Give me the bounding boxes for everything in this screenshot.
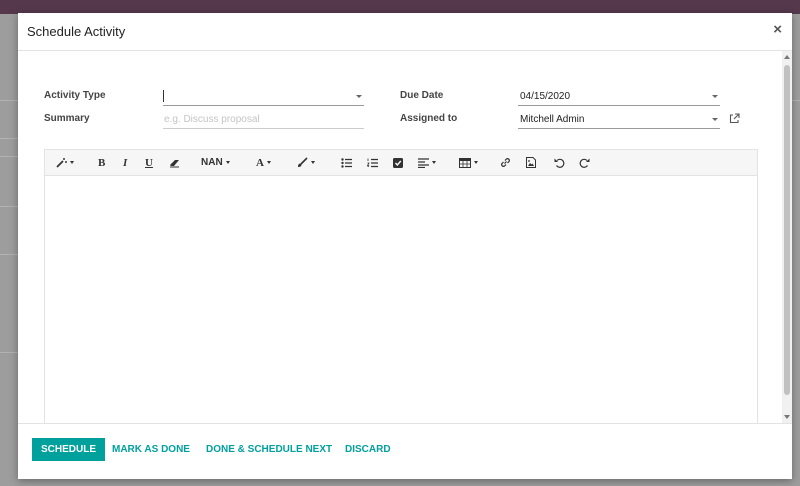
chevron-down-icon	[70, 161, 74, 164]
image-button[interactable]	[526, 155, 536, 170]
unordered-list-button[interactable]	[341, 155, 352, 170]
summary-input[interactable]	[163, 111, 365, 127]
modal-header: Schedule Activity ×	[18, 13, 792, 51]
assigned-to-select[interactable]: Mitchell Admin	[518, 111, 720, 129]
due-date-label: Due Date	[400, 90, 444, 101]
chevron-down-icon	[266, 161, 271, 164]
due-date-value: 04/15/2020	[520, 91, 571, 102]
editor-toolbar: B I U NAN A	[45, 150, 757, 176]
italic-button[interactable]: I	[123, 155, 127, 170]
undo-icon	[554, 158, 565, 168]
redo-icon	[579, 158, 590, 168]
close-icon[interactable]: ×	[773, 22, 782, 37]
external-link-icon[interactable]	[729, 113, 740, 124]
html-editor[interactable]: B I U NAN A	[44, 149, 758, 424]
app-top-navbar	[0, 0, 800, 14]
link-button[interactable]	[500, 155, 511, 170]
remove-format-button[interactable]	[169, 155, 181, 170]
background-divider	[0, 352, 18, 353]
scroll-up-arrow-icon[interactable]	[784, 55, 790, 59]
style-dropdown[interactable]	[56, 155, 74, 170]
eraser-icon	[170, 159, 179, 167]
chevron-down-icon	[474, 161, 478, 164]
chevron-down-icon[interactable]	[712, 118, 718, 121]
assigned-to-label: Assigned to	[400, 113, 458, 124]
background-color-dropdown[interactable]	[296, 155, 315, 170]
table-icon	[459, 157, 471, 168]
font-size-label: NAN	[201, 157, 223, 168]
paint-brush-icon	[298, 157, 308, 167]
background-divider	[0, 206, 18, 207]
image-icon	[526, 157, 536, 168]
chevron-down-icon	[311, 161, 315, 164]
schedule-activity-dialog: Schedule Activity × Activity Type Summar…	[18, 13, 792, 479]
align-icon	[418, 157, 429, 168]
chevron-down-icon	[432, 161, 436, 164]
schedule-button[interactable]: SCHEDULE	[32, 438, 106, 461]
ordered-list-icon	[367, 158, 378, 167]
font-color-dropdown[interactable]: A	[256, 155, 271, 170]
mark-as-done-button[interactable]: MARK AS DONE	[112, 438, 190, 461]
background-divider	[0, 100, 18, 101]
summary-label: Summary	[44, 113, 90, 124]
scroll-down-arrow-icon[interactable]	[784, 415, 790, 419]
background-divider	[0, 254, 18, 255]
scroll-thumb[interactable]	[784, 65, 790, 395]
modal-scrollbar[interactable]	[782, 51, 792, 423]
background-divider	[0, 156, 18, 157]
chevron-down-icon[interactable]	[356, 95, 362, 98]
modal-title: Schedule Activity	[27, 24, 126, 39]
modal-footer: SCHEDULE MARK AS DONE DONE & SCHEDULE NE…	[18, 423, 792, 480]
done-and-schedule-next-button[interactable]: DONE & SCHEDULE NEXT	[206, 438, 332, 461]
redo-button[interactable]	[579, 155, 590, 170]
ordered-list-button[interactable]	[367, 155, 378, 170]
link-icon	[501, 158, 510, 167]
assigned-to-value: Mitchell Admin	[520, 114, 585, 125]
undo-button[interactable]	[554, 155, 565, 170]
chevron-down-icon[interactable]	[712, 95, 718, 98]
checklist-icon	[393, 157, 403, 168]
font-size-dropdown[interactable]: NAN	[201, 155, 230, 170]
unordered-list-icon	[341, 157, 352, 168]
magic-wand-icon	[56, 158, 67, 168]
checklist-button[interactable]	[393, 155, 403, 170]
text-cursor	[163, 90, 164, 102]
table-dropdown[interactable]	[459, 155, 478, 170]
paragraph-align-dropdown[interactable]	[418, 155, 436, 170]
font-color-label: A	[256, 156, 264, 169]
activity-type-label: Activity Type	[44, 90, 106, 101]
underline-button[interactable]: U	[145, 155, 153, 170]
due-date-input[interactable]: 04/15/2020	[518, 88, 720, 106]
activity-type-select[interactable]	[163, 88, 364, 106]
chevron-down-icon	[225, 161, 230, 164]
discard-button[interactable]: DISCARD	[345, 438, 391, 461]
bold-button[interactable]: B	[98, 155, 105, 170]
note-editor-body[interactable]	[45, 176, 757, 424]
summary-field[interactable]	[163, 111, 365, 129]
background-divider	[0, 138, 18, 139]
